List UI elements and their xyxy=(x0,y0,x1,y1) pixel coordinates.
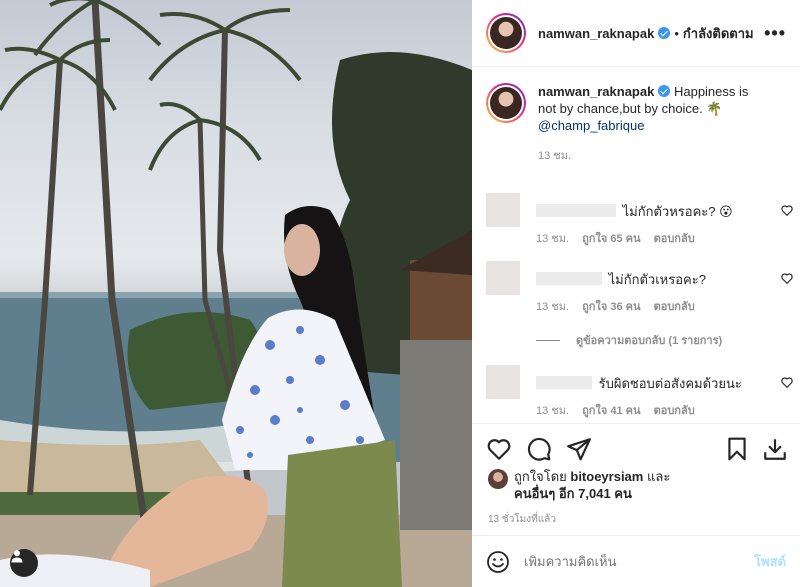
comment-icon[interactable] xyxy=(526,436,552,462)
comment-likes[interactable]: ถูกใจ 41 คน xyxy=(582,405,640,417)
comment-time: 13 ชม. xyxy=(536,405,570,417)
caption-mention-link[interactable]: @champ_fabrique xyxy=(538,118,644,133)
comment-time: 13 ชม. xyxy=(536,233,570,245)
heart-icon[interactable] xyxy=(780,375,794,389)
view-replies-button[interactable]: ดูข้อความตอบกลับ (1 รายการ) xyxy=(536,331,722,349)
heart-icon[interactable] xyxy=(486,436,512,462)
comment-body: ไม่กักตัวเหรอคะ? xyxy=(536,269,706,290)
heart-icon[interactable] xyxy=(780,271,794,285)
bookmark-icon[interactable] xyxy=(724,436,750,462)
comment-likes[interactable]: ถูกใจ 65 คน xyxy=(582,233,640,245)
comment-username-redacted[interactable] xyxy=(536,272,602,285)
following-button[interactable]: กำลังติดตาม xyxy=(683,23,754,44)
comment-body: ไม่กักตัวหรอคะ? 😮 xyxy=(536,201,733,222)
emoji-icon[interactable] xyxy=(486,550,510,574)
comment-text: ไม่กักตัวหรอคะ? 😮 xyxy=(622,204,733,219)
add-comment-bar: โพสต์ xyxy=(472,535,800,587)
download-icon[interactable] xyxy=(762,436,788,462)
comment-time: 13 ชม. xyxy=(536,301,570,313)
comment-text: ไม่กักตัวเหรอคะ? xyxy=(608,272,706,287)
separator-dot: • xyxy=(674,25,679,41)
comment-body: รับผิดชอบต่อสังคมด้วยนะ xyxy=(536,373,742,394)
verified-icon xyxy=(658,85,671,97)
comment-username-redacted[interactable] xyxy=(536,204,616,217)
reply-button[interactable]: ตอบกลับ xyxy=(654,301,695,313)
caption-timestamp: 13 ชม. xyxy=(538,150,572,162)
share-icon[interactable] xyxy=(566,436,592,462)
tagged-users-button[interactable] xyxy=(10,549,38,577)
comment-meta: 13 ชม. ถูกใจ 36 คน ตอบกลับ xyxy=(536,297,705,315)
verified-icon xyxy=(658,27,671,39)
caption-username[interactable]: namwan_raknapak xyxy=(538,84,654,99)
comment-meta: 13 ชม. ถูกใจ 65 คน ตอบกลับ xyxy=(536,229,705,247)
more-options-button[interactable]: ••• xyxy=(764,24,786,42)
post-caption: namwan_raknapak Happiness is not by chan… xyxy=(472,67,800,165)
comment-avatar[interactable] xyxy=(486,365,520,399)
reply-button[interactable]: ตอบกลับ xyxy=(654,405,695,417)
caption-avatar[interactable] xyxy=(486,83,526,123)
reply-button[interactable]: ตอบกลับ xyxy=(654,233,695,245)
heart-icon[interactable] xyxy=(780,203,794,217)
post-header: namwan_raknapak • กำลังติดตาม ••• xyxy=(472,0,800,67)
comment-meta: 13 ชม. ถูกใจ 41 คน ตอบกลับ xyxy=(536,401,705,419)
comment-avatar[interactable] xyxy=(486,193,520,227)
comment-avatar[interactable] xyxy=(486,261,520,295)
liker-avatar[interactable] xyxy=(488,469,508,489)
and-label: และ xyxy=(646,469,671,484)
comment-likes[interactable]: ถูกใจ 36 คน xyxy=(582,301,640,313)
comment-input[interactable] xyxy=(524,554,755,569)
post-side-panel: namwan_raknapak • กำลังติดตาม ••• namwan… xyxy=(472,0,800,587)
likes-count-link[interactable]: คนอื่นๆ อีก 7,041 คน xyxy=(514,486,632,501)
post-timestamp[interactable]: 13 ชั่วโมงที่แล้ว xyxy=(488,512,556,527)
liker-username[interactable]: bitoeyrsiam xyxy=(570,469,643,484)
comment-text: รับผิดชอบต่อสังคมด้วยนะ xyxy=(598,376,742,391)
post-photo xyxy=(0,0,472,587)
author-username[interactable]: namwan_raknapak xyxy=(538,26,654,41)
author-avatar[interactable] xyxy=(486,13,526,53)
likes-summary: ถูกใจโดย bitoeyrsiam และ คนอื่นๆ อีก 7,0… xyxy=(488,468,670,502)
user-icon xyxy=(11,550,23,563)
post-actions-bar xyxy=(472,423,800,473)
liked-by-label: ถูกใจโดย xyxy=(514,469,567,484)
post-comment-button[interactable]: โพสต์ xyxy=(754,551,786,572)
comment-username-redacted[interactable] xyxy=(536,376,592,389)
beach-scene-image xyxy=(0,0,472,587)
